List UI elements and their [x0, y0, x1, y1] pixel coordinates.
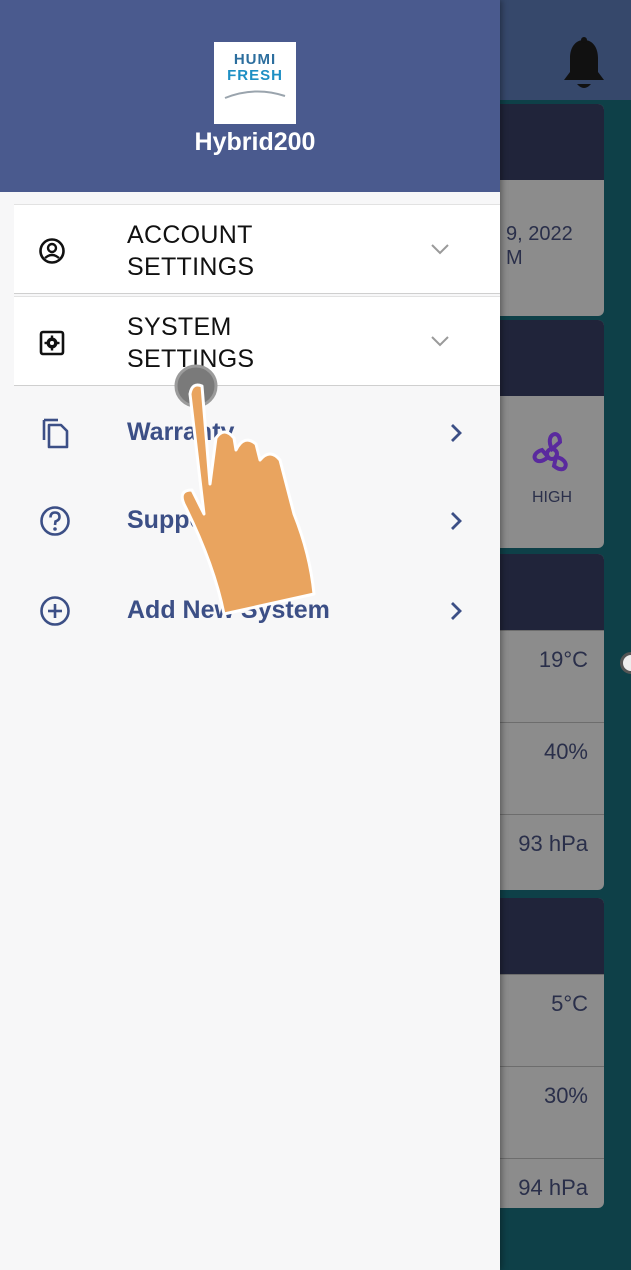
account-circle-icon	[39, 238, 65, 264]
humifresh-logo: HUMI FRESH	[214, 42, 296, 124]
time-text: M	[506, 247, 523, 269]
fan-icon	[532, 432, 568, 472]
indoor-card: 19°C 40% 93 hPa	[492, 554, 604, 890]
date-card: 9, 2022 M	[492, 104, 604, 316]
scroll-indicator-right	[620, 652, 631, 674]
notification-bell-icon[interactable]	[561, 36, 607, 92]
chevron-down-icon[interactable]	[430, 241, 450, 257]
date-text: 9, 2022	[506, 223, 573, 245]
indoor-pressure: 93 hPa	[492, 814, 604, 890]
outdoor-card: 5°C 30% 94 hPa	[492, 898, 604, 1208]
device-name: Hybrid200	[194, 128, 316, 156]
add-circle-icon	[40, 596, 70, 626]
fan-card[interactable]: HIGH	[492, 320, 604, 548]
chevron-right-icon	[451, 424, 462, 442]
help-circle-icon	[40, 506, 70, 536]
gear-box-icon	[39, 330, 65, 356]
account-settings-label: ACCOUNT SETTINGS	[127, 221, 255, 281]
account-settings-section[interactable]: ACCOUNT SETTINGS	[14, 204, 500, 294]
outdoor-pressure: 94 hPa	[492, 1158, 604, 1208]
fan-speed-label: HIGH	[532, 489, 572, 506]
indoor-temperature: 19°C	[492, 630, 604, 722]
navigation-drawer: HUMI FRESH Hybrid200 ACCOUNT SETTINGS SY…	[0, 0, 500, 1270]
tap-gesture-hand-icon	[174, 364, 316, 616]
outdoor-temperature: 5°C	[492, 974, 604, 1066]
logo-swoosh-icon	[224, 90, 286, 99]
chevron-down-icon[interactable]	[430, 333, 450, 349]
indoor-humidity: 40%	[492, 722, 604, 814]
outdoor-humidity: 30%	[492, 1066, 604, 1158]
drawer-header: HUMI FRESH Hybrid200	[0, 0, 500, 192]
copy-document-icon	[42, 418, 69, 449]
chevron-right-icon	[451, 512, 462, 530]
chevron-right-icon	[451, 602, 462, 620]
